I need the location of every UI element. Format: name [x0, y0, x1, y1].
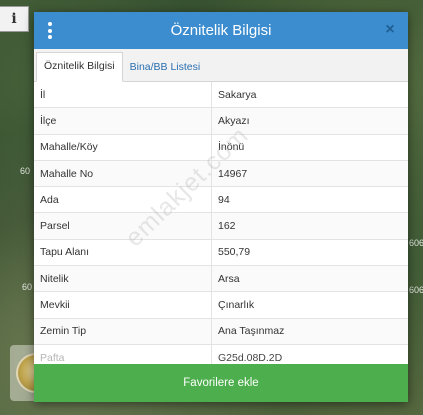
close-icon[interactable]: ×: [382, 21, 398, 39]
attribute-table-container: İl Sakarya İlçe Akyazı Mahalle/Köy İnönü…: [34, 82, 408, 364]
table-row: İlçe Akyazı: [34, 107, 408, 135]
tab-bar: Öznitelik Bilgisi Bina/BB Listesi: [34, 49, 408, 82]
row-label: Zemin Tip: [34, 318, 212, 345]
row-label: Pafta: [34, 344, 212, 364]
table-row: Zemin Tip Ana Taşınmaz: [34, 318, 408, 345]
map-info-button[interactable]: i: [0, 6, 29, 32]
table-row: Nitelik Arsa: [34, 265, 408, 293]
row-value: Ana Taşınmaz: [211, 318, 408, 345]
row-value: 550,79: [211, 239, 408, 267]
row-value: Arsa: [211, 265, 408, 293]
attribute-info-modal: Öznitelik Bilgisi × Öznitelik Bilgisi Bi…: [34, 12, 408, 402]
row-value: 162: [211, 212, 408, 240]
map-parcel-label: 60: [22, 282, 33, 292]
row-value: 94: [211, 186, 408, 214]
table-row: Mahalle No 14967: [34, 160, 408, 188]
row-label: Mevkii: [34, 291, 212, 319]
row-label: Nitelik: [34, 265, 212, 293]
row-label: Ada: [34, 186, 212, 214]
map-parcel-label: 606: [409, 238, 423, 248]
modal-header: Öznitelik Bilgisi ×: [34, 12, 408, 49]
table-row: Tapu Alanı 550,79: [34, 239, 408, 267]
row-label: Tapu Alanı: [34, 239, 212, 267]
row-label: Mahalle/Köy: [34, 134, 212, 161]
row-value: Sakarya: [211, 82, 408, 109]
info-icon: i: [11, 11, 17, 27]
table-row: Parsel 162: [34, 212, 408, 240]
table-row: İl Sakarya: [34, 82, 408, 109]
row-label: Mahalle No: [34, 160, 212, 188]
tab-attribute-info[interactable]: Öznitelik Bilgisi: [36, 52, 123, 82]
row-value: Çınarlık: [211, 291, 408, 319]
row-value: İnönü: [211, 134, 408, 161]
attribute-table: İl Sakarya İlçe Akyazı Mahalle/Köy İnönü…: [34, 82, 408, 364]
table-row: Mevkii Çınarlık: [34, 291, 408, 319]
map-parcel-label: 606: [409, 285, 423, 295]
modal-title: Öznitelik Bilgisi: [170, 22, 272, 39]
row-label: Parsel: [34, 212, 212, 240]
map-parcel-label: 60: [20, 166, 31, 176]
tab-building-list[interactable]: Bina/BB Listesi: [123, 54, 208, 81]
row-value: Akyazı: [211, 107, 408, 135]
table-row: Ada 94: [34, 186, 408, 214]
add-to-favorites-button[interactable]: Favorilere ekle: [34, 364, 408, 402]
row-value: 14967: [211, 160, 408, 188]
row-value: G25d.08D.2D: [211, 344, 408, 364]
row-label: İlçe: [34, 107, 212, 135]
table-row: Pafta G25d.08D.2D: [34, 344, 408, 364]
row-label: İl: [34, 82, 212, 109]
table-row: Mahalle/Köy İnönü: [34, 134, 408, 161]
kebab-menu-icon[interactable]: [46, 22, 54, 39]
